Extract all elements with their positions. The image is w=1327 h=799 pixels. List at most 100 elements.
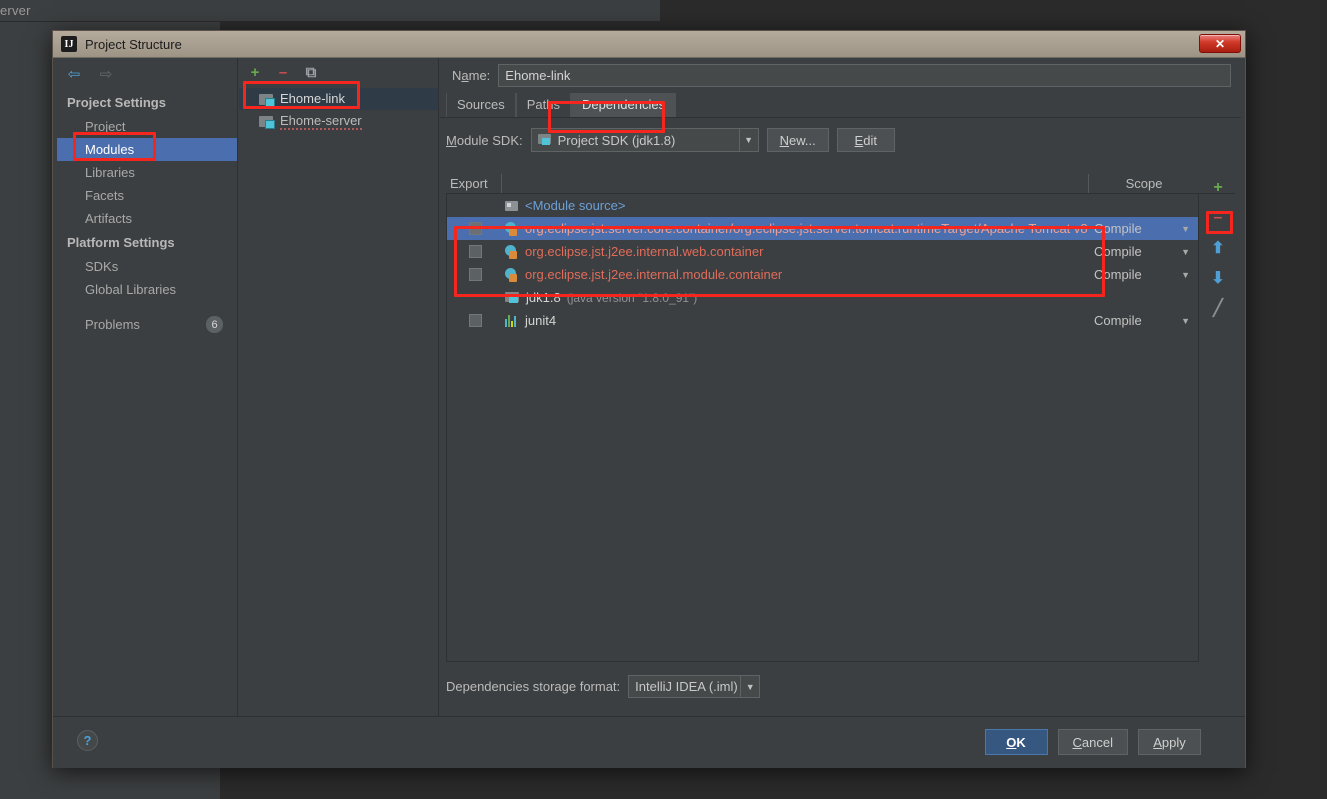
dialog-titlebar: IJ Project Structure ✕ (53, 31, 1245, 58)
library-icon (505, 267, 519, 282)
library-icon (505, 221, 519, 236)
dependencies-storage-value: IntelliJ IDEA (.iml) (635, 679, 738, 694)
scope-cell[interactable]: Compile ▼ (1088, 244, 1198, 259)
sdk-icon (537, 134, 552, 146)
forward-arrow-icon[interactable]: ⇨ (97, 66, 115, 83)
junit-icon (505, 314, 519, 327)
chevron-down-icon: ▼ (1181, 269, 1190, 280)
module-source-icon (505, 200, 519, 212)
modules-toolbar: + – ⧉ (239, 58, 438, 86)
add-module-icon[interactable]: + (247, 64, 263, 81)
sidebar-item-modules[interactable]: Modules (57, 138, 237, 161)
dependencies-side-toolbar: + – ⬆ ⬇ ╱ (1201, 174, 1235, 662)
chevron-down-icon: ▼ (738, 129, 758, 151)
table-row[interactable]: jdk1.8 (java version "1.8.0_91") (447, 286, 1198, 309)
export-checkbox-cell (447, 291, 503, 304)
scope-value: Compile (1094, 313, 1142, 328)
dependency-name: org.eclipse.jst.j2ee.internal.web.contai… (525, 244, 764, 259)
dependency-name-cell: <Module source> (503, 198, 1088, 213)
modules-list-panel: + – ⧉ Ehome-link Ehome-server (239, 58, 439, 716)
sidebar-nav-arrows: ⇦ ⇨ (57, 58, 237, 90)
remove-module-icon[interactable]: – (275, 64, 291, 81)
table-row[interactable]: junit4 Compile ▼ (447, 309, 1198, 332)
dialog-title: Project Structure (85, 36, 182, 52)
dialog-body: ⇦ ⇨ Project Settings Project Modules Lib… (53, 58, 1245, 768)
dependency-name: org.eclipse.jst.j2ee.internal.module.con… (525, 267, 783, 282)
move-down-icon[interactable]: ⬇ (1207, 268, 1229, 288)
help-icon[interactable]: ? (77, 730, 98, 751)
export-checkbox-cell (447, 268, 503, 281)
column-header-name[interactable] (502, 174, 1089, 193)
column-header-scope[interactable]: Scope (1089, 174, 1199, 193)
module-tabs: Sources Paths Dependencies (440, 92, 1241, 118)
remove-dependency-icon[interactable]: – (1207, 208, 1229, 228)
dependency-name: jdk1.8 (526, 290, 561, 305)
tab-dependencies[interactable]: Dependencies (570, 93, 677, 117)
edit-sdk-button[interactable]: Edit (836, 128, 895, 152)
tab-sources[interactable]: Sources (446, 93, 516, 117)
modules-list: Ehome-link Ehome-server (239, 86, 438, 132)
problems-count-badge: 6 (206, 316, 223, 333)
new-sdk-button[interactable]: New... (766, 128, 829, 152)
table-row[interactable]: org.eclipse.jst.j2ee.internal.web.contai… (447, 240, 1198, 263)
export-checkbox-cell (447, 314, 503, 327)
module-name-input[interactable] (498, 63, 1231, 87)
dependency-name-cell: junit4 (503, 313, 1088, 328)
dependency-name: junit4 (525, 313, 557, 328)
sidebar-item-problems[interactable]: Problems 6 (57, 313, 237, 336)
apply-button[interactable]: Apply (1138, 729, 1201, 755)
chevron-down-icon: ▼ (1181, 315, 1190, 326)
sidebar-item-sdks[interactable]: SDKs (57, 255, 237, 278)
export-checkbox[interactable] (468, 314, 482, 327)
export-checkbox[interactable] (468, 222, 482, 235)
scope-cell[interactable]: Compile ▼ (1088, 313, 1198, 328)
copy-module-icon[interactable]: ⧉ (303, 64, 319, 81)
export-checkbox-cell (447, 199, 503, 212)
export-checkbox[interactable] (468, 268, 482, 281)
column-header-export[interactable]: Export (446, 174, 502, 193)
module-item-ehome-server[interactable]: Ehome-server (239, 110, 438, 132)
close-icon[interactable]: ✕ (1199, 34, 1241, 53)
footer-buttons: OK Cancel Apply (984, 729, 1201, 755)
sidebar-item-facets[interactable]: Facets (57, 184, 237, 207)
move-up-icon[interactable]: ⬆ (1207, 238, 1229, 258)
intellij-logo-icon: IJ (61, 36, 77, 52)
sidebar-item-libraries[interactable]: Libraries (57, 161, 237, 184)
backdrop-topbar-label: erver (0, 3, 31, 18)
scope-value: Compile (1094, 221, 1142, 236)
tab-paths[interactable]: Paths (515, 93, 571, 117)
scope-cell[interactable]: Compile ▼ (1088, 267, 1198, 282)
module-detail-panel: Name: Sources Paths Dependencies Module … (440, 58, 1241, 716)
table-row[interactable]: org.eclipse.jst.server.core.container/or… (447, 217, 1198, 240)
table-row[interactable]: <Module source> (447, 194, 1198, 217)
sidebar-item-project[interactable]: Project (57, 115, 237, 138)
cancel-button[interactable]: Cancel (1057, 729, 1128, 755)
dependencies-table-header: Export Scope (446, 174, 1235, 194)
add-dependency-icon[interactable]: + (1207, 178, 1229, 198)
jdk-icon (505, 291, 520, 304)
module-sdk-label: Module SDK: (446, 132, 523, 148)
backdrop-topbar: erver (0, 0, 660, 22)
module-icon (259, 93, 275, 107)
module-item-ehome-link[interactable]: Ehome-link (239, 88, 438, 110)
module-sdk-row: Module SDK: Project SDK (jdk1.8) ▼ New..… (440, 118, 1241, 162)
edit-dependency-icon[interactable]: ╱ (1207, 298, 1229, 318)
scope-value: Compile (1094, 267, 1142, 282)
backdrop-bottom-panel (0, 771, 220, 799)
dependency-name-cell: org.eclipse.jst.j2ee.internal.module.con… (503, 267, 1088, 282)
chevron-down-icon: ▼ (1181, 223, 1190, 234)
sidebar-item-artifacts[interactable]: Artifacts (57, 207, 237, 230)
project-structure-dialog: IJ Project Structure ✕ ⇦ ⇨ Project Setti… (52, 30, 1246, 768)
dependencies-storage-select[interactable]: IntelliJ IDEA (.iml) ▼ (628, 675, 761, 698)
scope-value: Compile (1094, 244, 1142, 259)
ok-button[interactable]: OK (984, 729, 1048, 755)
sidebar-item-global-libraries[interactable]: Global Libraries (57, 278, 237, 301)
scope-cell[interactable]: Compile ▼ (1088, 221, 1198, 236)
settings-sidebar: ⇦ ⇨ Project Settings Project Modules Lib… (57, 58, 238, 716)
export-checkbox[interactable] (468, 245, 482, 258)
back-arrow-icon[interactable]: ⇦ (65, 66, 83, 83)
export-checkbox-cell (447, 222, 503, 235)
module-sdk-select[interactable]: Project SDK (jdk1.8) ▼ (530, 128, 759, 152)
dependencies-storage-label: Dependencies storage format: (446, 679, 621, 694)
table-row[interactable]: org.eclipse.jst.j2ee.internal.module.con… (447, 263, 1198, 286)
